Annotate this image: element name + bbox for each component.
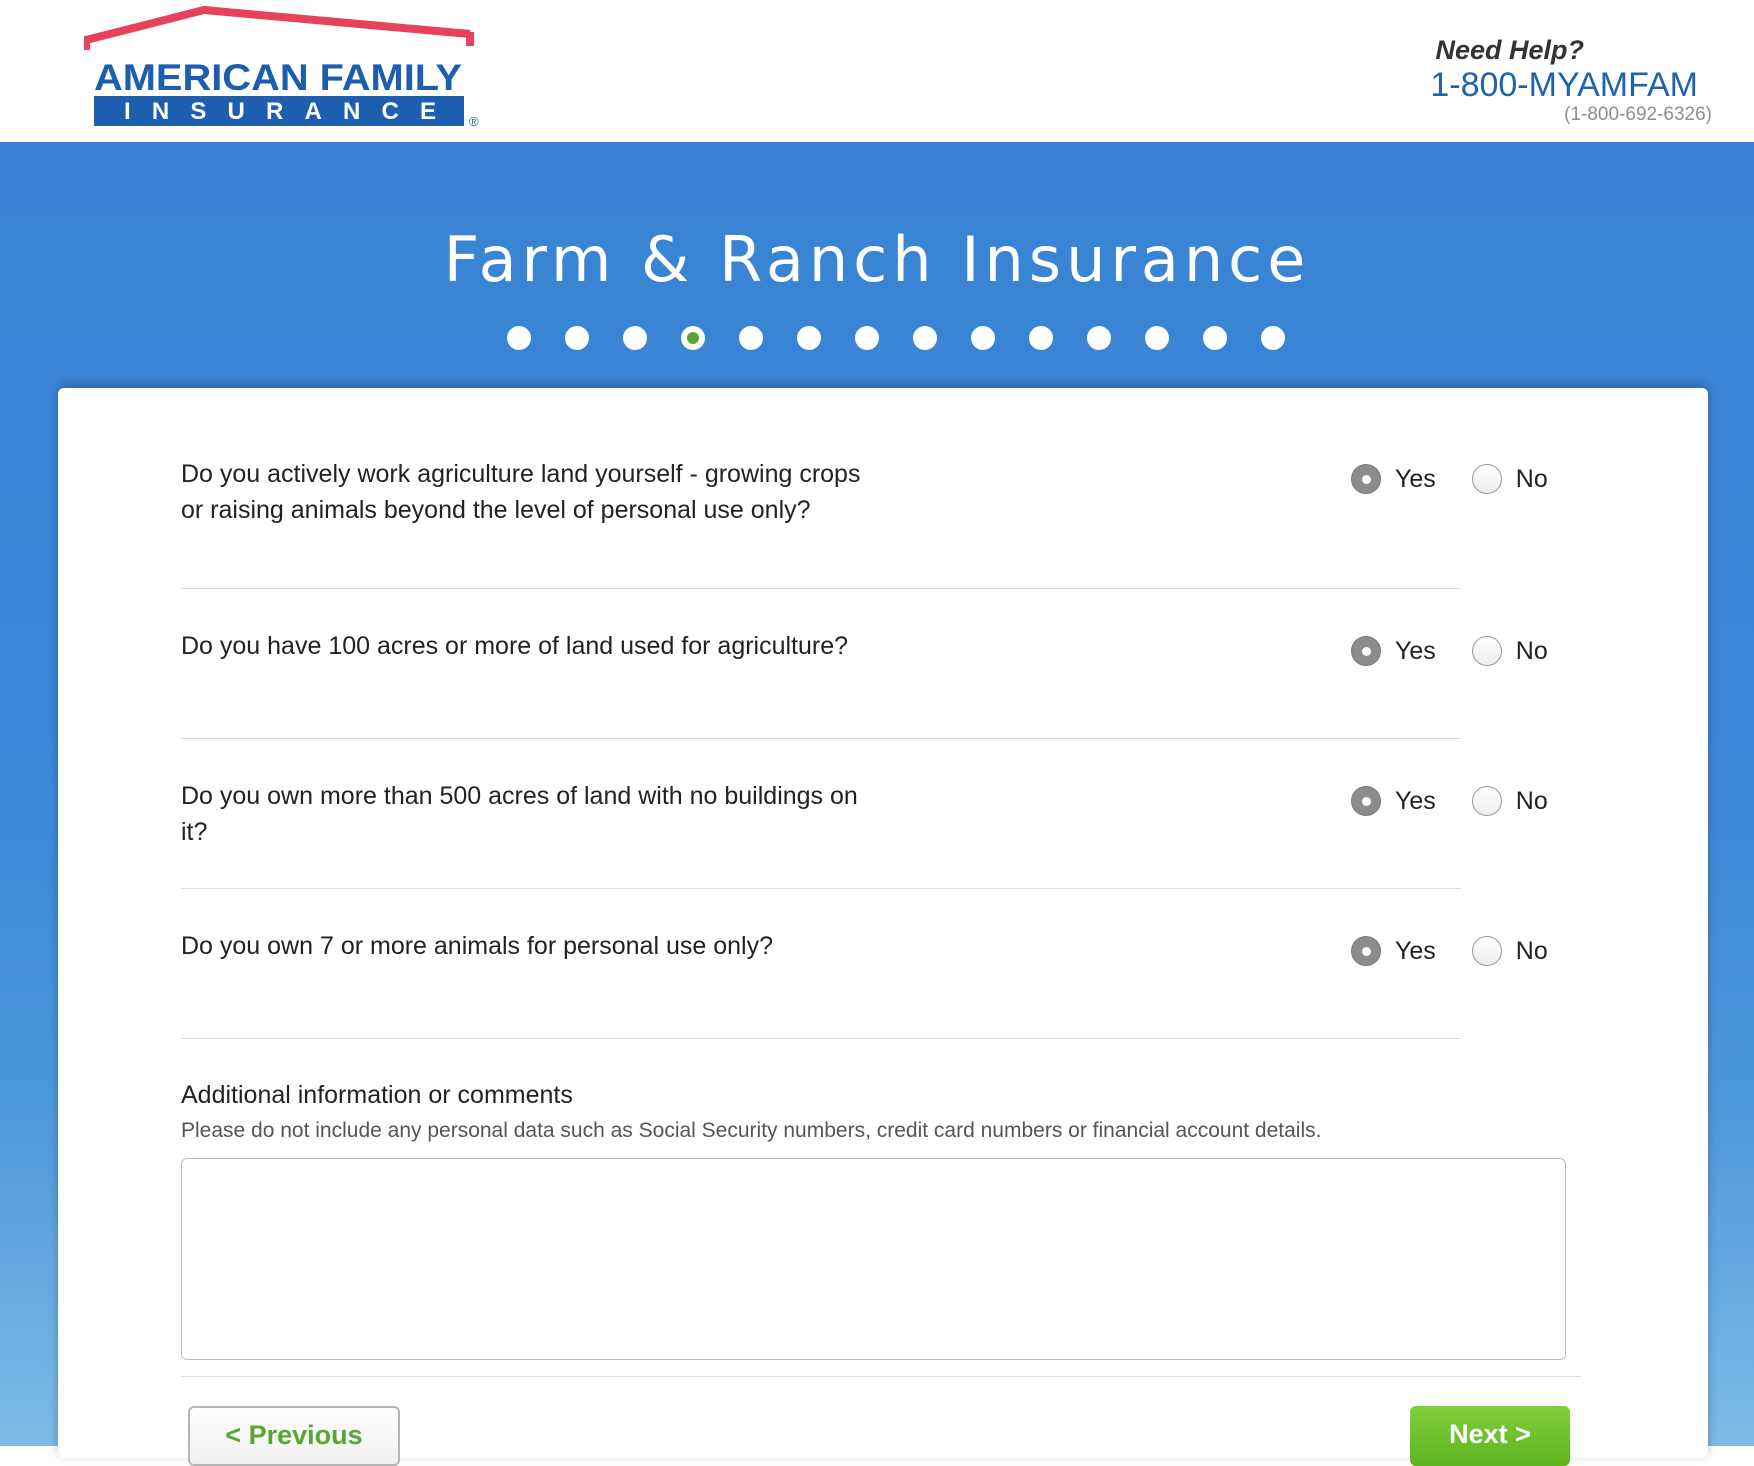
option-no-label: No	[1515, 464, 1548, 493]
option-no[interactable]: No	[1471, 636, 1548, 666]
help-phone-number: (1-800-692-6326)	[1564, 104, 1712, 125]
progress-step-1	[507, 326, 531, 350]
comments-section: Additional information or comments Pleas…	[181, 1078, 1566, 1360]
progress-step-12	[1145, 326, 1169, 350]
option-yes[interactable]: Yes	[1351, 464, 1436, 494]
progress-step-7	[855, 326, 879, 350]
progress-step-10	[1029, 326, 1053, 350]
option-yes-label: Yes	[1395, 936, 1436, 965]
question-text: Do you own 7 or more animals for persona…	[181, 932, 773, 960]
comments-textarea[interactable]	[181, 1158, 1566, 1360]
progress-step-3	[623, 326, 647, 350]
help-phone-link[interactable]: 1-800-MYAMFAM	[1430, 66, 1698, 104]
progress-step-14	[1261, 326, 1285, 350]
radio-yes-checked[interactable]	[1351, 936, 1381, 966]
question-row: Do you own 7 or more animals for persona…	[181, 928, 1548, 1039]
option-no-label: No	[1515, 936, 1548, 965]
svg-text:®: ®	[469, 114, 479, 128]
radio-no[interactable]	[1471, 464, 1502, 494]
help-title: Need Help?	[1435, 35, 1584, 65]
radio-no[interactable]	[1471, 786, 1502, 816]
answer-options: Yes No	[1351, 936, 1584, 966]
progress-step-11	[1087, 326, 1111, 350]
answer-options: Yes No	[1351, 636, 1584, 666]
question-row: Do you own more than 500 acres of land w…	[181, 778, 1548, 889]
option-no[interactable]: No	[1471, 936, 1548, 966]
page-title: Farm & Ranch Insurance	[443, 223, 1311, 296]
option-no-label: No	[1515, 786, 1548, 815]
progress-step-13	[1203, 326, 1227, 350]
next-button[interactable]: Next >	[1410, 1406, 1570, 1466]
question-row: Do you actively work agriculture land yo…	[181, 456, 1548, 589]
progress-step-2	[565, 326, 589, 350]
option-yes-label: Yes	[1395, 636, 1436, 665]
site-header: AMERICAN FAMILY INSURANCE ® Need Help? 1…	[0, 0, 1754, 142]
option-yes-label: Yes	[1395, 464, 1436, 493]
question-text: Do you own more than 500 acres of land w…	[181, 782, 858, 846]
american-family-insurance-logo[interactable]: AMERICAN FAMILY INSURANCE ®	[84, 6, 486, 128]
progress-step-4-current	[681, 326, 705, 350]
form-card: Do you actively work agriculture land yo…	[58, 388, 1708, 1466]
radio-yes-checked[interactable]	[1351, 464, 1381, 494]
progress-step-5	[739, 326, 763, 350]
help-panel: Need Help? 1-800-MYAMFAM (1-800-692-6326…	[1430, 34, 1712, 126]
comments-privacy-note: Please do not include any personal data …	[181, 1119, 1322, 1142]
svg-text:AMERICAN FAMILY: AMERICAN FAMILY	[94, 57, 462, 98]
question-text: Do you actively work agriculture land yo…	[181, 460, 861, 524]
question-row: Do you have 100 acres or more of land us…	[181, 628, 1548, 739]
question-text: Do you have 100 acres or more of land us…	[181, 632, 849, 660]
radio-yes-checked[interactable]	[1351, 786, 1381, 816]
previous-button[interactable]: < Previous	[188, 1406, 400, 1466]
option-yes[interactable]: Yes	[1351, 636, 1436, 666]
option-yes-label: Yes	[1395, 786, 1436, 815]
option-no-label: No	[1515, 636, 1548, 665]
progress-steps	[507, 326, 1319, 350]
comments-title: Additional information or comments	[181, 1081, 573, 1109]
option-yes[interactable]: Yes	[1351, 936, 1436, 966]
option-no[interactable]: No	[1471, 786, 1548, 816]
radio-no[interactable]	[1471, 936, 1502, 966]
answer-options: Yes No	[1351, 464, 1584, 494]
option-no[interactable]: No	[1471, 464, 1548, 494]
progress-step-6	[797, 326, 821, 350]
radio-no[interactable]	[1471, 636, 1502, 666]
option-yes[interactable]: Yes	[1351, 786, 1436, 816]
answer-options: Yes No	[1351, 786, 1584, 816]
radio-yes-checked[interactable]	[1351, 636, 1381, 666]
divider	[181, 1376, 1581, 1377]
progress-step-8	[913, 326, 937, 350]
progress-step-9	[971, 326, 995, 350]
